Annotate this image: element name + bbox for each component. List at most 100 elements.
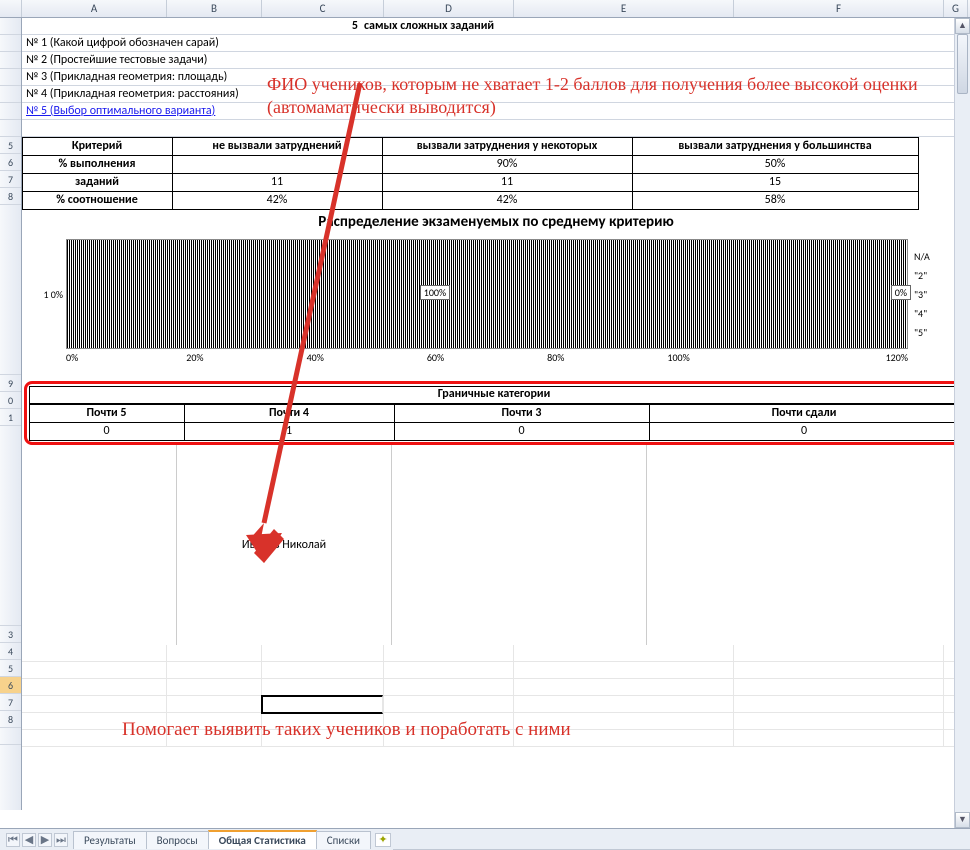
hardest-item: № 5 (Выбор оптимального варианта) bbox=[22, 103, 970, 120]
crit-hdr: не вызвали затруднений bbox=[172, 137, 383, 156]
crit-hdr: Критерий bbox=[22, 137, 173, 156]
tab-nav-prev-icon[interactable]: ◀ bbox=[22, 833, 36, 847]
sheet-tab-results[interactable]: Результаты bbox=[73, 831, 147, 849]
crit-row-label: % выполнения bbox=[22, 155, 173, 174]
x-tick: 80% bbox=[547, 351, 667, 364]
row-header[interactable] bbox=[0, 86, 21, 103]
col-header-F[interactable]: F bbox=[734, 0, 944, 17]
row-header[interactable] bbox=[0, 18, 21, 35]
hardest-item: № 4 (Прикладная геометрия: расстояния) bbox=[22, 86, 970, 103]
row-header[interactable] bbox=[0, 69, 21, 86]
bound-val: 0 bbox=[29, 422, 185, 441]
col-header-G[interactable]: G bbox=[944, 0, 968, 17]
row-header[interactable] bbox=[0, 728, 21, 745]
column-headers: A B C D E F G bbox=[0, 0, 970, 18]
sheet-tab-questions[interactable]: Вопросы bbox=[146, 831, 209, 849]
row-header[interactable] bbox=[0, 52, 21, 69]
row-headers: 5 6 7 8 9 0 1 3 4 5 6 7 8 bbox=[0, 18, 22, 810]
row-header[interactable]: 8 bbox=[0, 188, 21, 205]
row-header[interactable]: 9 bbox=[0, 375, 21, 392]
criteria-table: Критерий не вызвали затруднений вызвали … bbox=[22, 137, 970, 209]
boundary-title: Граничные категории bbox=[29, 386, 959, 404]
row-header[interactable]: 8 bbox=[0, 711, 21, 728]
bound-val: 0 bbox=[394, 422, 650, 441]
crit-cell: 90% bbox=[382, 155, 633, 174]
select-all-corner[interactable] bbox=[0, 0, 22, 17]
section-title-text: самых сложных заданий bbox=[364, 19, 494, 33]
scroll-down-button[interactable]: ▼ bbox=[955, 812, 970, 828]
row-header[interactable]: 1 bbox=[0, 409, 21, 426]
chart-x-axis: 0% 20% 40% 60% 80% 100% 120% bbox=[66, 349, 908, 364]
blank-row bbox=[22, 696, 970, 713]
row-header[interactable]: 7 bbox=[0, 171, 21, 188]
row-header[interactable]: 3 bbox=[0, 626, 21, 643]
x-tick: 60% bbox=[427, 351, 547, 364]
boundary-table: Почти 5 Почти 4 Почти 3 Почти сдали 0 1 … bbox=[29, 404, 959, 440]
scroll-thumb[interactable] bbox=[957, 34, 968, 94]
crit-row-label: % соотношение bbox=[22, 191, 173, 210]
chart-bar-area: 100% 0% bbox=[66, 239, 908, 349]
blank-row bbox=[22, 120, 970, 137]
row-header[interactable]: 0 bbox=[0, 392, 21, 409]
bound-col: Почти 4 bbox=[184, 404, 395, 423]
col-header-D[interactable]: D bbox=[384, 0, 514, 17]
tab-nav-buttons: ⏮ ◀ ▶ ⏭ bbox=[0, 833, 74, 847]
hardest-item: № 3 (Прикладная геометрия: площадь) bbox=[22, 69, 970, 86]
blank-row bbox=[22, 713, 970, 730]
x-tick: 40% bbox=[307, 351, 427, 364]
col-header-B[interactable]: B bbox=[167, 0, 262, 17]
col-header-E[interactable]: E bbox=[514, 0, 734, 17]
crit-cell: 50% bbox=[632, 155, 919, 174]
hardest-item: № 2 (Простейшие тестовые задачи) bbox=[22, 52, 970, 69]
tab-nav-last-icon[interactable]: ⏭ bbox=[54, 833, 68, 847]
name-cell bbox=[647, 445, 970, 645]
worksheet-grid[interactable]: 5 самых сложных заданий № 1 (Какой цифро… bbox=[22, 18, 970, 810]
crit-cell: 11 bbox=[382, 173, 633, 192]
bound-col: Почти 3 bbox=[394, 404, 650, 423]
row-header[interactable]: 4 bbox=[0, 643, 21, 660]
sheet-tabs-bar: ⏮ ◀ ▶ ⏭ Результаты Вопросы Общая Статист… bbox=[0, 828, 970, 850]
col-header-C[interactable]: C bbox=[262, 0, 384, 17]
name-cell bbox=[22, 445, 177, 645]
crit-row-label: заданий bbox=[22, 173, 173, 192]
hardest-item: № 1 (Какой цифрой обозначен сарай) bbox=[22, 35, 970, 52]
row-header[interactable] bbox=[0, 426, 21, 626]
section-title-row: 5 самых сложных заданий bbox=[22, 18, 970, 35]
row-header[interactable]: 5 bbox=[0, 137, 21, 154]
row-header[interactable]: 6 bbox=[0, 154, 21, 171]
row-header[interactable]: 5 bbox=[0, 660, 21, 677]
x-tick: 120% bbox=[788, 351, 908, 364]
tab-nav-next-icon[interactable]: ▶ bbox=[38, 833, 52, 847]
chart-title: Распределение экзаменуемых по среднему к… bbox=[32, 209, 960, 239]
row-header[interactable] bbox=[0, 35, 21, 52]
sheet-tab-stats[interactable]: Общая Статистика bbox=[208, 830, 317, 849]
data-label: 100% bbox=[420, 285, 450, 300]
scroll-up-button[interactable]: ▲ bbox=[955, 18, 970, 34]
blank-row bbox=[22, 645, 970, 662]
sheet-tab-lists[interactable]: Списки bbox=[316, 831, 371, 849]
boundary-highlight: Граничные категории Почти 5 Почти 4 Почт… bbox=[24, 381, 964, 445]
selected-cell-cursor[interactable] bbox=[261, 695, 383, 714]
crit-cell: 42% bbox=[172, 191, 383, 210]
row-header[interactable] bbox=[0, 120, 21, 137]
name-cell: Иванов Николай bbox=[177, 445, 392, 645]
distribution-chart: Распределение экзаменуемых по среднему к… bbox=[22, 209, 970, 379]
scroll-track[interactable] bbox=[955, 34, 970, 812]
bound-col: Почти сдали bbox=[649, 404, 960, 423]
row-header[interactable] bbox=[0, 205, 21, 375]
x-tick: 20% bbox=[186, 351, 306, 364]
row-header-selected[interactable]: 6 bbox=[0, 677, 21, 694]
bound-col: Почти 5 bbox=[29, 404, 185, 423]
vertical-scrollbar[interactable]: ▲ ▼ bbox=[954, 18, 970, 828]
x-tick: 100% bbox=[667, 351, 787, 364]
chart-y-label: 1 0% bbox=[32, 239, 66, 349]
chart-legend: N/A "2" "3" "4" "5" bbox=[908, 239, 960, 349]
new-sheet-icon[interactable]: ✦ bbox=[375, 833, 391, 847]
tab-nav-first-icon[interactable]: ⏮ bbox=[6, 833, 20, 847]
crit-cell: 42% bbox=[382, 191, 633, 210]
crit-cell: 58% bbox=[632, 191, 919, 210]
row-header[interactable]: 7 bbox=[0, 694, 21, 711]
col-header-A[interactable]: A bbox=[22, 0, 167, 17]
row-header[interactable] bbox=[0, 103, 21, 120]
bound-val: 1 bbox=[184, 422, 395, 441]
